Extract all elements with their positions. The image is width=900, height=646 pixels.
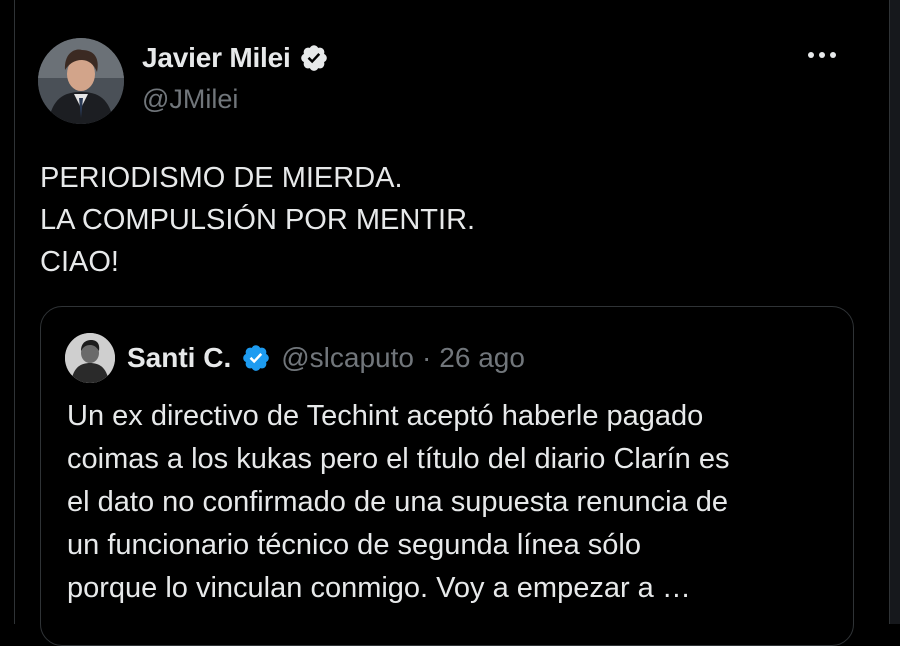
left-column-edge xyxy=(0,0,15,624)
quoted-tweet-header: Santi C. @slcaputo · 26 ago xyxy=(65,333,525,383)
verified-badge-icon xyxy=(300,45,327,71)
tweet-text: PERIODISMO DE MIERDA. LA COMPULSIÓN POR … xyxy=(40,157,475,283)
author-name[interactable]: Javier Milei xyxy=(142,42,291,74)
quoted-text-line: coimas a los kukas pero el título del di… xyxy=(67,443,730,475)
tweet-text-line: PERIODISMO DE MIERDA. xyxy=(40,162,403,194)
tweet-text-line: CIAO! xyxy=(40,246,119,278)
tweet-text-line: LA COMPULSIÓN POR MENTIR. xyxy=(40,204,476,236)
quoted-text-line: el dato no confirmado de una supuesta re… xyxy=(67,486,729,518)
quoted-tweet-text: Un ex directivo de Techint aceptó haberl… xyxy=(67,395,729,610)
quoted-author-avatar[interactable] xyxy=(65,333,115,383)
tweet-header: Javier Milei @JMilei xyxy=(38,38,329,124)
verified-badge-icon xyxy=(243,345,270,371)
quoted-author-handle[interactable]: @slcaputo xyxy=(281,342,414,374)
quoted-text-line: un funcionario técnico de segunda línea … xyxy=(67,529,641,561)
quoted-tweet-date[interactable]: 26 ago xyxy=(439,342,525,374)
separator-dot: · xyxy=(421,342,432,373)
right-scrollbar-edge[interactable] xyxy=(889,0,900,624)
quoted-tweet-card[interactable]: Santi C. @slcaputo · 26 ago Un ex direct… xyxy=(40,306,854,646)
quoted-text-line: porque lo vinculan conmigo. Voy a empeza… xyxy=(67,572,691,604)
author-avatar[interactable] xyxy=(38,38,124,124)
author-handle[interactable]: @JMilei xyxy=(142,84,329,115)
quoted-author-name[interactable]: Santi C. xyxy=(127,342,231,374)
more-icon[interactable] xyxy=(802,40,842,70)
quoted-text-line: Un ex directivo de Techint aceptó haberl… xyxy=(67,400,704,432)
